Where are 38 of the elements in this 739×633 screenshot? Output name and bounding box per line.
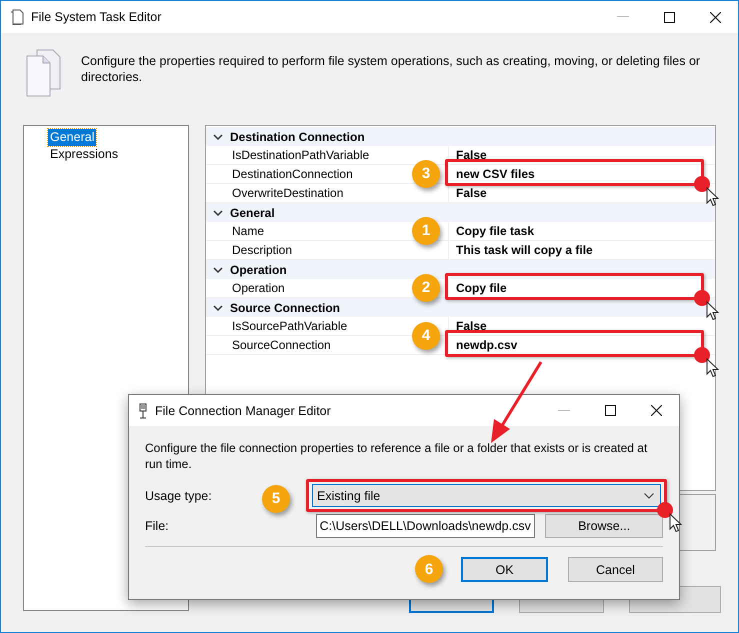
category-label: Source Connection bbox=[230, 300, 340, 314]
property-name: SourceConnection bbox=[232, 338, 331, 352]
property-name: OverwriteDestination bbox=[232, 186, 344, 200]
property-value[interactable]: Copy file bbox=[456, 281, 507, 295]
category-label: Operation bbox=[230, 262, 287, 276]
property-name: DestinationConnection bbox=[232, 167, 353, 181]
step-badge: 1 bbox=[412, 217, 440, 245]
property-name: Description bbox=[232, 243, 292, 257]
property-value[interactable]: False bbox=[456, 186, 487, 200]
dialog-button[interactable]: OK bbox=[461, 557, 548, 582]
window-title: File Connection Manager Editor bbox=[155, 404, 332, 418]
category-label: General bbox=[230, 206, 275, 220]
property-value[interactable]: new CSV files bbox=[456, 167, 535, 181]
field-label: File: bbox=[145, 519, 169, 533]
dialog-button[interactable]: Cancel bbox=[568, 557, 663, 582]
property-value[interactable]: This task will copy a file bbox=[456, 243, 593, 257]
step-badge: 3 bbox=[412, 160, 440, 188]
property-value[interactable]: False bbox=[456, 148, 487, 162]
category-label: Destination Connection bbox=[230, 130, 365, 144]
property-name: IsSourcePathVariable bbox=[232, 319, 348, 333]
property-value[interactable]: Copy file task bbox=[456, 224, 534, 238]
property-name: Name bbox=[232, 224, 264, 238]
file-path-field[interactable]: C:\Users\DELL\Downloads\newdp.csv bbox=[316, 514, 536, 538]
property-value[interactable]: False bbox=[456, 319, 487, 333]
step-badge: 4 bbox=[412, 322, 440, 350]
tree-item[interactable]: General bbox=[48, 129, 96, 146]
window-title: File System Task Editor bbox=[31, 10, 162, 24]
tree-item[interactable]: Expressions bbox=[48, 146, 120, 163]
browse-button[interactable]: Browse... bbox=[545, 514, 663, 538]
usage-type-dropdown[interactable]: Existing file bbox=[312, 484, 661, 507]
property-name: Operation bbox=[232, 281, 285, 295]
step-badge: 5 bbox=[262, 484, 290, 512]
step-badge: 6 bbox=[415, 555, 443, 583]
field-label: Usage type: bbox=[145, 488, 212, 502]
property-value[interactable]: newdp.csv bbox=[456, 338, 518, 352]
description-text: Configure the properties required to perform file system operations, such as creating, moving, or deleting files or directories. bbox=[81, 53, 701, 85]
description-text: Configure the file connection properties to reference a file or a folder that exists or is created at run time. bbox=[145, 440, 648, 472]
property-name: IsDestinationPathVariable bbox=[232, 148, 370, 162]
